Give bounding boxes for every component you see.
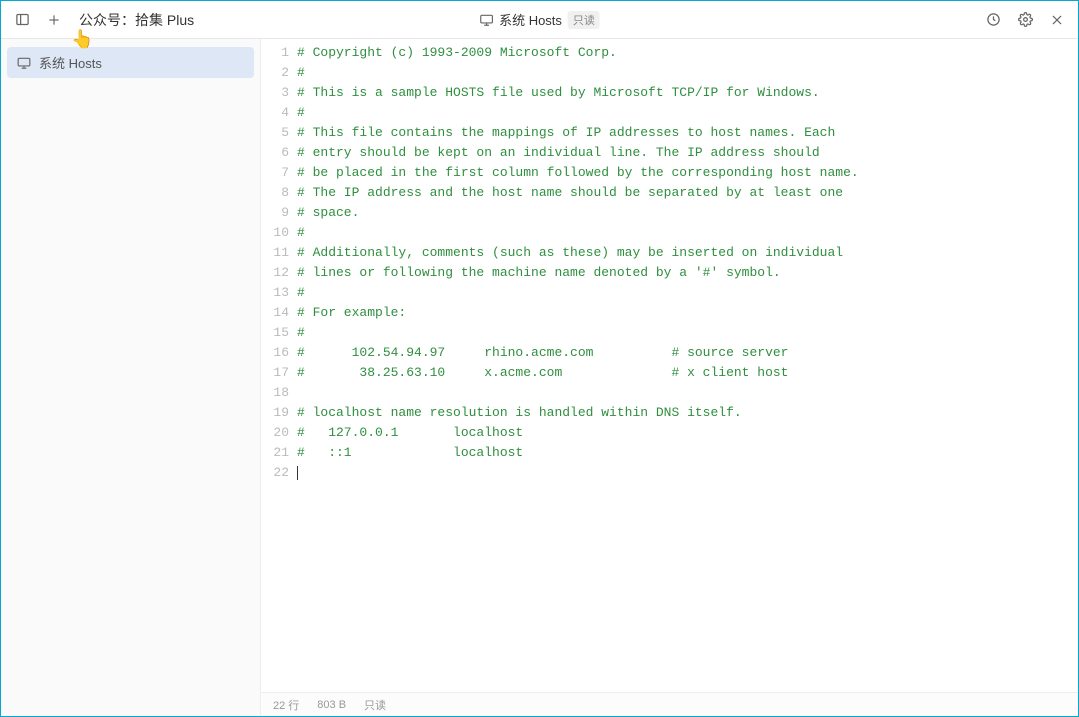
line-content: #: [297, 103, 305, 123]
status-bytes: 803 B: [317, 699, 346, 711]
line-content: # This file contains the mappings of IP …: [297, 123, 835, 143]
editor-line: 22: [261, 463, 1078, 483]
center-title: 系统 Hosts: [499, 10, 562, 29]
line-number: 6: [261, 143, 297, 163]
editor-line: 18: [261, 383, 1078, 403]
editor-line: 11# Additionally, comments (such as thes…: [261, 243, 1078, 263]
add-button[interactable]: [39, 5, 69, 35]
editor-line: 7# be placed in the first column followe…: [261, 163, 1078, 183]
editor-line: 10#: [261, 223, 1078, 243]
sidebar-item-system-hosts[interactable]: 系统 Hosts: [7, 47, 254, 78]
editor-line: 15#: [261, 323, 1078, 343]
titlebar-left: 公众号：拾集 Plus: [7, 5, 194, 35]
statusbar: 22 行 803 B 只读: [261, 692, 1078, 716]
settings-button[interactable]: [1010, 5, 1040, 35]
line-number: 8: [261, 183, 297, 203]
editor-line: 20# 127.0.0.1 localhost: [261, 423, 1078, 443]
line-number: 22: [261, 463, 297, 483]
line-number: 10: [261, 223, 297, 243]
line-number: 18: [261, 383, 297, 403]
line-number: 13: [261, 283, 297, 303]
line-number: 5: [261, 123, 297, 143]
line-content: # be placed in the first column followed…: [297, 163, 859, 183]
editor-pane: 1# Copyright (c) 1993-2009 Microsoft Cor…: [261, 39, 1078, 716]
editor-line: 12# lines or following the machine name …: [261, 263, 1078, 283]
line-content: # Additionally, comments (such as these)…: [297, 243, 843, 263]
line-content: #: [297, 223, 305, 243]
monitor-icon: [479, 13, 493, 27]
titlebar: 公众号：拾集 Plus 系统 Hosts 只读 👆: [1, 1, 1078, 39]
line-content: #: [297, 283, 305, 303]
line-number: 2: [261, 63, 297, 83]
editor-line: 6# entry should be kept on an individual…: [261, 143, 1078, 163]
close-button[interactable]: [1042, 5, 1072, 35]
editor-line: 19# localhost name resolution is handled…: [261, 403, 1078, 423]
editor-line: 14# For example:: [261, 303, 1078, 323]
line-content: # localhost name resolution is handled w…: [297, 403, 742, 423]
line-content: # space.: [297, 203, 359, 223]
line-content: # 38.25.63.10 x.acme.com # x client host: [297, 363, 788, 383]
line-content: # lines or following the machine name de…: [297, 263, 781, 283]
editor-line: 3# This is a sample HOSTS file used by M…: [261, 83, 1078, 103]
app-title: 公众号：拾集 Plus: [79, 10, 194, 30]
line-number: 16: [261, 343, 297, 363]
line-content: # For example:: [297, 303, 406, 323]
line-number: 11: [261, 243, 297, 263]
line-content: # entry should be kept on an individual …: [297, 143, 820, 163]
line-content: [297, 463, 298, 483]
line-content: #: [297, 323, 305, 343]
line-number: 15: [261, 323, 297, 343]
line-content: # The IP address and the host name shoul…: [297, 183, 843, 203]
readonly-badge: 只读: [568, 11, 600, 29]
editor-line: 17# 38.25.63.10 x.acme.com # x client ho…: [261, 363, 1078, 383]
line-number: 7: [261, 163, 297, 183]
line-content: # 102.54.94.97 rhino.acme.com # source s…: [297, 343, 788, 363]
line-number: 21: [261, 443, 297, 463]
line-content: #: [297, 63, 305, 83]
editor-line: 5# This file contains the mappings of IP…: [261, 123, 1078, 143]
panel-toggle-button[interactable]: [7, 5, 37, 35]
editor-line: 1# Copyright (c) 1993-2009 Microsoft Cor…: [261, 43, 1078, 63]
sidebar-item-label: 系统 Hosts: [39, 53, 102, 72]
line-number: 9: [261, 203, 297, 223]
line-number: 12: [261, 263, 297, 283]
editor[interactable]: 1# Copyright (c) 1993-2009 Microsoft Cor…: [261, 39, 1078, 692]
editor-line: 4#: [261, 103, 1078, 123]
line-number: 14: [261, 303, 297, 323]
line-content: # ::1 localhost: [297, 443, 523, 463]
sidebar: 系统 Hosts: [1, 39, 261, 716]
line-number: 19: [261, 403, 297, 423]
editor-line: 9# space.: [261, 203, 1078, 223]
line-content: # Copyright (c) 1993-2009 Microsoft Corp…: [297, 43, 617, 63]
editor-line: 8# The IP address and the host name shou…: [261, 183, 1078, 203]
titlebar-center: 系统 Hosts 只读: [479, 10, 600, 29]
editor-line: 16# 102.54.94.97 rhino.acme.com # source…: [261, 343, 1078, 363]
line-content: # This is a sample HOSTS file used by Mi…: [297, 83, 820, 103]
line-number: 4: [261, 103, 297, 123]
history-button[interactable]: [978, 5, 1008, 35]
line-content: # 127.0.0.1 localhost: [297, 423, 523, 443]
titlebar-right: [978, 5, 1072, 35]
line-number: 17: [261, 363, 297, 383]
status-mode: 只读: [364, 697, 386, 713]
text-cursor: [297, 466, 298, 480]
monitor-icon: [17, 56, 31, 70]
content: 系统 Hosts 1# Copyright (c) 1993-2009 Micr…: [1, 39, 1078, 716]
line-number: 1: [261, 43, 297, 63]
line-number: 20: [261, 423, 297, 443]
editor-line: 2#: [261, 63, 1078, 83]
status-lines: 22 行: [273, 697, 299, 713]
editor-line: 13#: [261, 283, 1078, 303]
editor-line: 21# ::1 localhost: [261, 443, 1078, 463]
line-number: 3: [261, 83, 297, 103]
